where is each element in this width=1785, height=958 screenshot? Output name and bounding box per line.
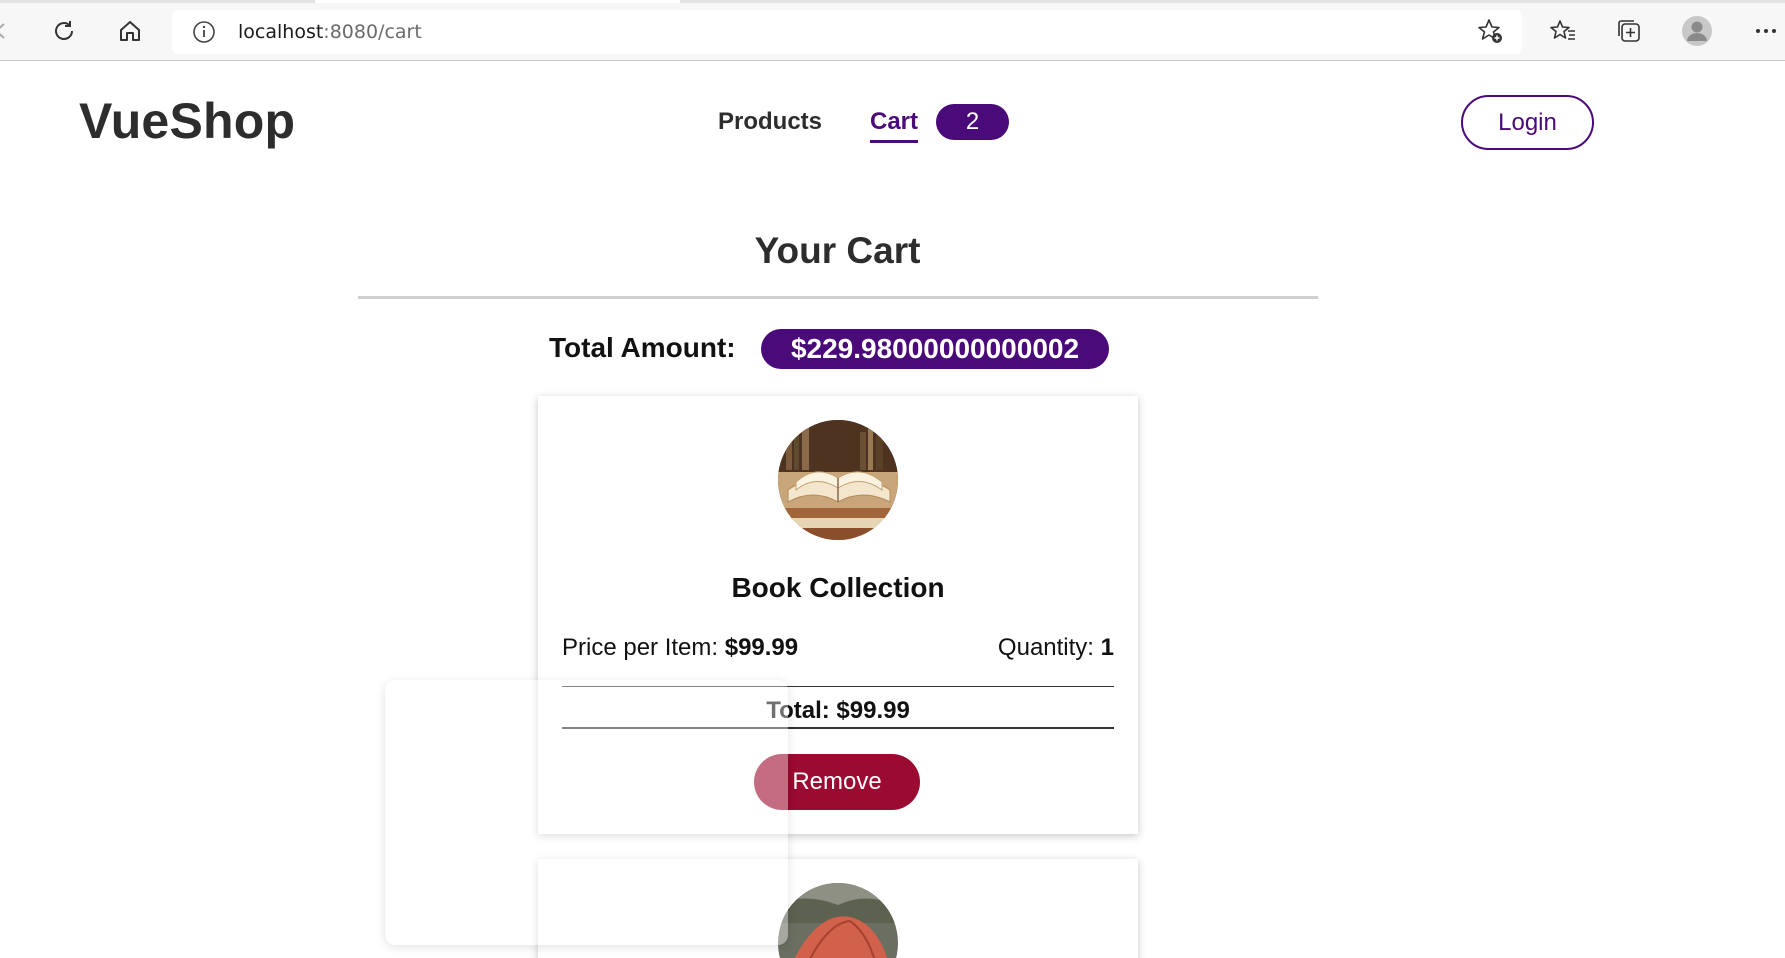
address-bar[interactable]: localhost:8080/cart: [172, 10, 1522, 54]
price-label: Price per Item:: [562, 634, 719, 661]
quantity-value: 1: [1100, 634, 1114, 661]
quantity: Quantity: 1: [998, 634, 1114, 662]
price-per-item: Price per Item: $99.99: [562, 634, 798, 662]
home-icon[interactable]: [113, 14, 147, 48]
back-arrow-icon[interactable]: [0, 14, 22, 48]
browser-toolbar: localhost:8080/cart: [0, 0, 1785, 61]
profile-avatar-icon[interactable]: [1680, 14, 1714, 48]
more-options-icon[interactable]: [1749, 14, 1783, 48]
brand-logo[interactable]: VueShop: [79, 92, 295, 150]
reload-icon[interactable]: [47, 14, 81, 48]
add-favorite-icon[interactable]: [1473, 14, 1507, 48]
nav-link-products[interactable]: Products: [718, 108, 822, 136]
tent-image: [778, 883, 898, 958]
login-button[interactable]: Login: [1461, 95, 1594, 150]
total-amount-badge: $229.98000000000002: [761, 329, 1109, 369]
total-amount-label: Total Amount:: [549, 332, 736, 363]
drag-ghost-overlay: [385, 680, 788, 945]
nav-link-cart[interactable]: Cart: [870, 108, 919, 143]
cart-count-badge[interactable]: 2: [936, 104, 1009, 140]
book-collection-image: [778, 420, 898, 540]
title-divider: [358, 296, 1318, 299]
tab-strip: [0, 0, 1785, 3]
page-title: Your Cart: [754, 230, 921, 271]
url-text[interactable]: localhost:8080/cart: [238, 20, 422, 44]
item-name: Book Collection: [731, 572, 945, 603]
url-path: :8080/cart: [323, 21, 422, 43]
favorites-icon[interactable]: [1546, 14, 1580, 48]
collections-icon[interactable]: [1612, 14, 1646, 48]
price-value: $99.99: [724, 634, 799, 661]
url-host: localhost: [238, 21, 324, 43]
quantity-label: Quantity:: [997, 634, 1094, 661]
info-icon[interactable]: [192, 20, 216, 44]
